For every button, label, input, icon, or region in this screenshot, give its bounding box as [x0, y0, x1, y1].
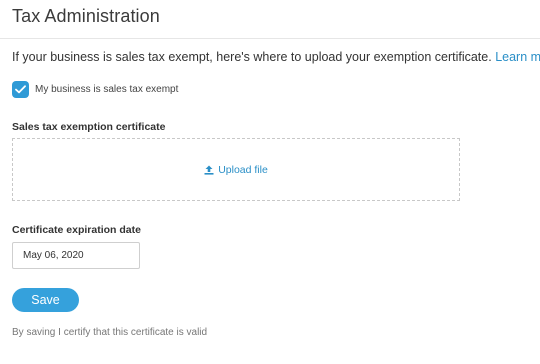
page-title: Tax Administration — [12, 6, 160, 26]
check-icon — [15, 85, 26, 94]
expiration-date-input[interactable] — [12, 242, 140, 269]
certificate-dropzone[interactable]: Upload file — [12, 138, 460, 201]
upload-file-label[interactable]: Upload file — [218, 164, 268, 176]
expiration-date-label: Certificate expiration date — [12, 224, 141, 236]
intro-sentence: If your business is sales tax exempt, he… — [12, 50, 496, 64]
intro-text: If your business is sales tax exempt, he… — [12, 50, 540, 64]
exempt-checkbox-row[interactable]: My business is sales tax exempt — [12, 81, 178, 98]
learn-more-link[interactable]: Learn more — [495, 50, 540, 64]
certification-note: By saving I certify that this certificat… — [12, 327, 208, 338]
exempt-checkbox-label[interactable]: My business is sales tax exempt — [35, 84, 178, 95]
save-button[interactable]: Save — [12, 288, 79, 312]
certificate-label: Sales tax exemption certificate — [12, 121, 166, 133]
upload-icon — [204, 165, 214, 175]
upload-file-button[interactable]: Upload file — [204, 164, 268, 176]
exempt-checkbox[interactable] — [12, 81, 29, 98]
page-header: Tax Administration — [0, 0, 540, 39]
